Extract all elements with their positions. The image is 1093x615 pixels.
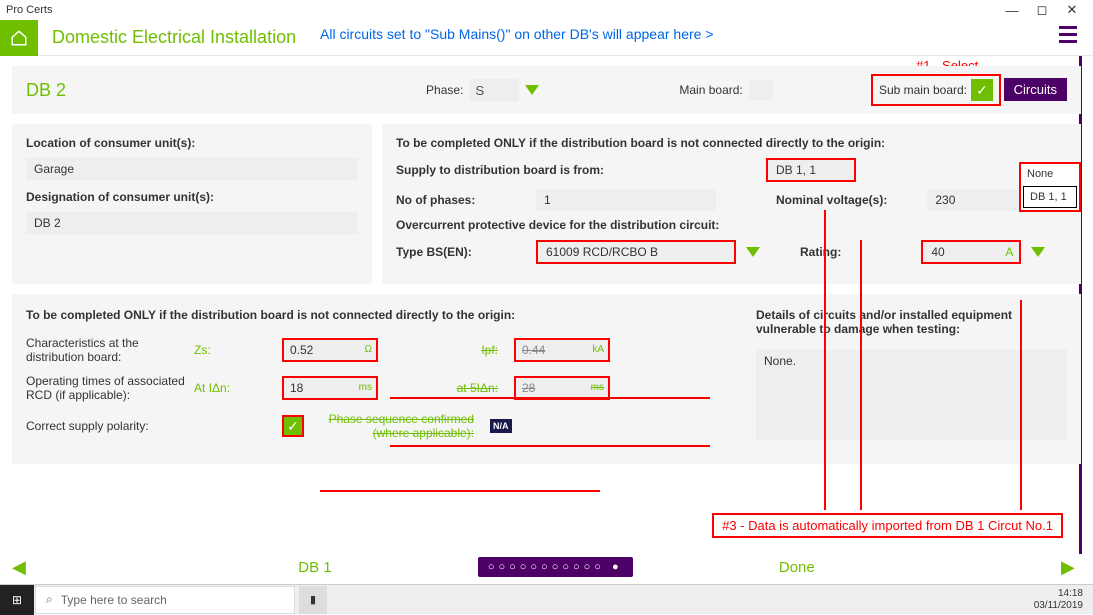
type-label: Type BS(EN): (396, 245, 526, 259)
location-field[interactable]: Garage (26, 158, 358, 180)
polarity-label: Correct supply polarity: (26, 419, 186, 433)
dist-heading: To be completed ONLY if the distribution… (396, 136, 1067, 150)
circuits-button[interactable]: Circuits (1004, 78, 1067, 101)
circuit-option-none[interactable]: None (1021, 164, 1079, 184)
designation-field[interactable]: DB 2 (26, 212, 358, 234)
char-label: Characteristics at the distribution boar… (26, 336, 186, 364)
circuit-dropdown[interactable]: None DB 1, 1 (1019, 162, 1081, 212)
ocpd-label: Overcurrent protective device for the di… (396, 218, 1067, 232)
menu-button[interactable] (1059, 26, 1077, 43)
chevron-down-icon[interactable] (746, 247, 760, 257)
rating-unit: A (1005, 245, 1013, 259)
chevron-down-icon[interactable] (1031, 247, 1045, 257)
phase-label: Phase: (426, 83, 463, 97)
distribution-panel: To be completed ONLY if the distribution… (382, 124, 1081, 284)
minimize-icon[interactable]: — (997, 3, 1027, 18)
done-button[interactable]: Done (779, 559, 815, 576)
taskbar: ⊞ ⌕ Type here to search ▮ 14:18 03/11/20… (0, 584, 1093, 614)
rcd-label: Operating times of associated RCD (if ap… (26, 374, 186, 402)
phase-select[interactable] (469, 79, 519, 101)
footer-nav: ◀ DB 1 ○○○○○○○○○○○ ● Done ▶ (12, 550, 1081, 584)
db-toolbar: DB 2 Phase: Main board: Sub main board: … (12, 66, 1081, 114)
clock-time: 14:18 (1034, 588, 1083, 600)
rating-field[interactable]: 40 A (921, 240, 1021, 264)
ipf-field[interactable]: 0.44kA (514, 338, 610, 362)
nomv-field[interactable]: 230 (927, 190, 1027, 210)
annotation-top: All circuits set to "Sub Mains()" on oth… (320, 26, 714, 42)
supply-field[interactable]: DB 1, 1 (766, 158, 856, 182)
home-button[interactable] (0, 20, 38, 56)
prev-db[interactable]: DB 1 (298, 559, 331, 576)
polarity-checkbox[interactable]: ✓ (282, 415, 304, 437)
supply-label: Supply to distribution board is from: (396, 163, 606, 177)
atidn-field[interactable]: 18ms (282, 376, 378, 400)
nomv-label: Nominal voltage(s): (776, 193, 887, 207)
zs-label: Zs: (194, 343, 274, 357)
sub-main-board-checkbox[interactable]: ✓ (971, 79, 993, 101)
main-board-checkbox[interactable] (749, 80, 773, 100)
type-field[interactable]: 61009 RCD/RCBO B (536, 240, 736, 264)
rating-label: Rating: (800, 245, 841, 259)
char-heading: To be completed ONLY if the distribution… (26, 308, 736, 322)
characteristics-panel: To be completed ONLY if the distribution… (12, 294, 1081, 464)
consumer-unit-panel: Location of consumer unit(s): Garage Des… (12, 124, 372, 284)
details-label: Details of circuits and/or installed equ… (756, 308, 1067, 336)
zs-field[interactable]: 0.52Ω (282, 338, 378, 362)
sub-main-board-group: Sub main board: ✓ (871, 74, 1001, 106)
maximize-icon[interactable]: ◻ (1027, 2, 1057, 18)
sub-main-board-label: Sub main board: (879, 83, 967, 97)
close-icon[interactable]: ✕ (1057, 2, 1087, 18)
db-name: DB 2 (26, 80, 66, 101)
window-titlebar: Pro Certs — ◻ ✕ (0, 0, 1093, 20)
home-icon (10, 29, 28, 47)
atidn-label: At IΔn: (194, 381, 274, 395)
start-button[interactable]: ⊞ (0, 585, 34, 615)
clock-date: 03/11/2019 (1034, 600, 1083, 612)
designation-label: Designation of consumer unit(s): (26, 190, 358, 204)
annotation-3: #3 - Data is automatically imported from… (712, 513, 1063, 538)
window-title: Pro Certs (6, 4, 52, 16)
search-icon: ⌕ (46, 592, 53, 607)
at5idn-field[interactable]: 28ms (514, 376, 610, 400)
location-label: Location of consumer unit(s): (26, 136, 358, 150)
prev-arrow-icon[interactable]: ◀ (12, 557, 32, 578)
ipf-label: Ipf: (386, 343, 506, 357)
page-indicator[interactable]: ○○○○○○○○○○○ ● (478, 557, 633, 577)
na-badge[interactable]: N/A (490, 419, 512, 433)
circuit-option-db11[interactable]: DB 1, 1 (1023, 186, 1077, 208)
phases-label: No of phases: (396, 193, 526, 207)
at5idn-label: at 5IΔn: (386, 381, 506, 395)
chevron-down-icon[interactable] (525, 85, 539, 95)
next-arrow-icon[interactable]: ▶ (1061, 557, 1081, 578)
taskbar-search[interactable]: ⌕ Type here to search (35, 586, 295, 614)
system-tray[interactable]: 14:18 03/11/2019 (1034, 588, 1093, 612)
phaseseq-label: Phase sequence confirmed (where applicab… (312, 412, 482, 440)
app-header: Domestic Electrical Installation All cir… (0, 20, 1093, 56)
app-title: Domestic Electrical Installation (52, 27, 296, 48)
taskbar-app-icon[interactable]: ▮ (299, 586, 327, 614)
details-field[interactable]: None. (756, 350, 1067, 440)
main-board-label: Main board: (679, 83, 742, 97)
phases-field[interactable]: 1 (536, 190, 716, 210)
search-placeholder: Type here to search (61, 593, 167, 607)
